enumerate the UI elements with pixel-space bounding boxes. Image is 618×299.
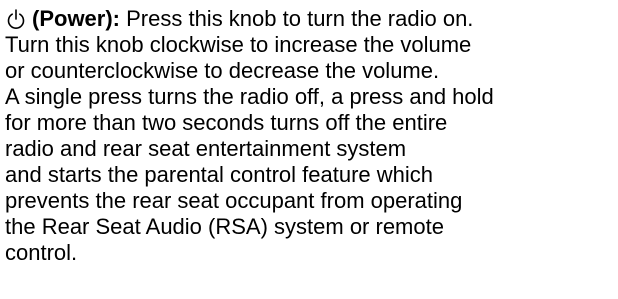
- description-line-7: and starts the parental control feature …: [5, 162, 434, 187]
- power-icon: [6, 8, 26, 30]
- description-line-5: for more than two seconds turns off the …: [5, 110, 448, 135]
- description-line-6: radio and rear seat entertainment system: [5, 136, 407, 161]
- description-line-8: prevents the rear seat occupant from ope…: [5, 188, 463, 213]
- description-line-10: control.: [5, 240, 78, 265]
- power-term: (Power):: [32, 6, 120, 31]
- description-line-2: Turn this knob clockwise to increase the…: [5, 32, 472, 57]
- power-knob-description: (Power): Press this knob to turn the rad…: [5, 6, 617, 266]
- description-line-9: the Rear Seat Audio (RSA) system or remo…: [5, 214, 444, 239]
- description-line-3: or counterclockwise to decrease the volu…: [5, 58, 440, 83]
- description-text: Press this knob to turn the radio on.: [120, 6, 474, 31]
- description-line-1: (Power): Press this knob to turn the rad…: [5, 6, 617, 32]
- description-line-4: A single press turns the radio off, a pr…: [5, 84, 494, 109]
